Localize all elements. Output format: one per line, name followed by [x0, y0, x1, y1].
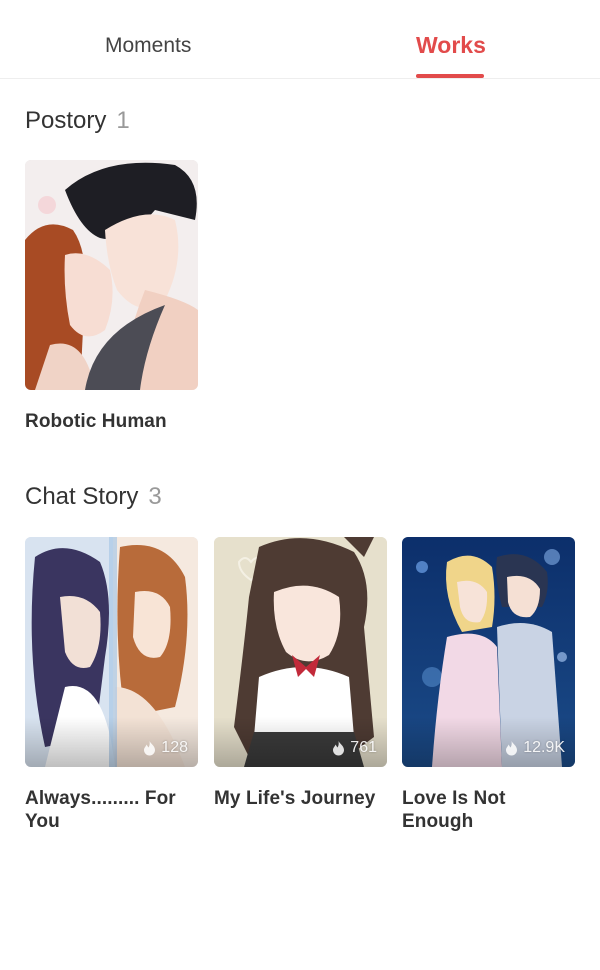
views-count: 12.9K [523, 739, 565, 756]
chat-story-title: Chat Story [25, 483, 139, 510]
chat-story-title-text: Love Is Not Enough [402, 788, 506, 832]
postory-title-text: Robotic Human [25, 411, 167, 432]
chat-story-card-always-for-you[interactable]: 128 Always......... For You [25, 537, 198, 833]
chat-story-card-love-is-not-enough[interactable]: 12.9K Love Is Not Enough [402, 537, 575, 833]
fire-icon [333, 740, 345, 755]
cover-image [25, 160, 198, 390]
cover-image: 761 [214, 537, 387, 767]
chat-story-section-title: Chat Story 3 [25, 482, 162, 512]
active-tab-indicator [416, 74, 484, 78]
tab-works[interactable]: Works [416, 31, 486, 63]
views-count: 761 [350, 739, 377, 756]
views-counter: 128 [143, 739, 188, 757]
postory-count: 1 [116, 107, 130, 134]
postory-section-title: Postory 1 [25, 106, 130, 136]
postory-title: Postory [25, 107, 107, 134]
chat-story-count: 3 [148, 483, 162, 510]
tab-bar: Moments Works [0, 0, 600, 79]
chat-story-card-my-lifes-journey[interactable]: 761 My Life's Journey [214, 537, 387, 810]
chat-story-title-text: My Life's Journey [214, 788, 376, 809]
views-counter: 761 [332, 739, 377, 757]
tab-moments[interactable]: Moments [105, 32, 191, 64]
fire-icon [144, 740, 156, 755]
cover-image: 12.9K [402, 537, 575, 767]
cover-image: 128 [25, 537, 198, 767]
fire-icon [506, 740, 518, 755]
views-count: 128 [161, 739, 188, 756]
chat-story-title-text: Always......... For You [25, 788, 176, 832]
postory-card-robotic-human[interactable]: Robotic Human [25, 160, 198, 433]
views-counter: 12.9K [505, 739, 565, 757]
